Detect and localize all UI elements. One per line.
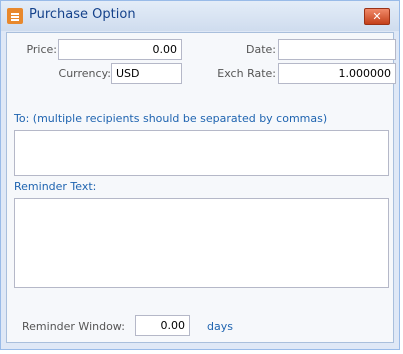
dialog-title: Purchase Option <box>29 7 136 22</box>
price-label: Price: <box>26 43 57 56</box>
dialog-body: Price: 0.00 Date: Currency: USD Exch Rat… <box>6 32 396 343</box>
app-icon <box>7 8 23 24</box>
date-input[interactable] <box>278 39 396 60</box>
close-button[interactable]: ✕ <box>364 8 390 25</box>
to-recipients-input[interactable] <box>14 130 389 176</box>
currency-input[interactable]: USD <box>111 63 182 84</box>
reminder-text-label: Reminder Text: <box>14 180 97 193</box>
reminder-window-input[interactable]: 0.00 <box>135 315 190 336</box>
price-input[interactable]: 0.00 <box>58 39 182 60</box>
reminder-window-label: Reminder Window: <box>22 320 125 333</box>
currency-label: Currency: <box>58 67 111 80</box>
exch-rate-label: Exch Rate: <box>217 67 276 80</box>
reminder-text-input[interactable] <box>14 198 389 288</box>
date-label: Date: <box>246 43 276 56</box>
exch-rate-input[interactable]: 1.000000 <box>278 63 396 84</box>
title-bar[interactable]: Purchase Option ✕ <box>1 1 399 31</box>
days-unit-label: days <box>207 320 233 333</box>
to-label: To: (multiple recipients should be separ… <box>14 112 328 125</box>
purchase-option-dialog: Purchase Option ✕ Price: 0.00 Date: Curr… <box>0 0 400 350</box>
